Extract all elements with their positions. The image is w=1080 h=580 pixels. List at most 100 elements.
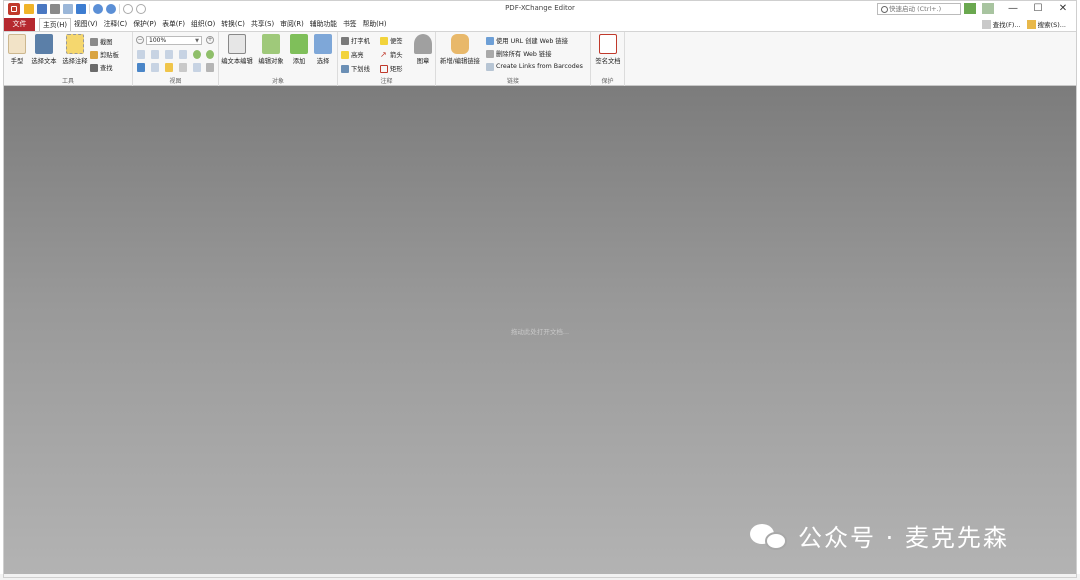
tab-organize[interactable]: 组织(O): [188, 18, 218, 31]
maximize-button[interactable]: ☐: [1025, 0, 1051, 18]
hand-icon: [8, 34, 26, 54]
barcode-links-button[interactable]: Create Links from Barcodes: [486, 61, 583, 72]
clipboard-button[interactable]: 剪贴板: [90, 49, 119, 60]
tab-comment[interactable]: 注释(C): [101, 18, 131, 31]
ribbon-group-view: − 100% ▼ + 视图: [133, 32, 219, 86]
typewriter-icon: [341, 36, 349, 45]
tab-review[interactable]: 审阅(R): [277, 18, 307, 31]
edit-objects-icon: [262, 34, 280, 54]
snapshot-label: 截图: [100, 39, 113, 46]
sticky-note-label: 便签: [390, 38, 403, 45]
group-label-tools: 工具: [61, 78, 74, 85]
title-bar: PDF-XChange Editor — ☐ ✕: [4, 0, 1076, 18]
tab-share[interactable]: 共享(S): [248, 18, 277, 31]
tab-accessibility[interactable]: 辅助功能: [307, 18, 340, 31]
zoom-out-icon[interactable]: −: [136, 36, 144, 44]
rectangle-button[interactable]: 矩形: [380, 63, 403, 74]
barcode-links-label: Create Links from Barcodes: [496, 63, 583, 70]
bookmark-icon[interactable]: [137, 63, 145, 72]
find-tool-button[interactable]: 查找: [90, 62, 113, 73]
add-edit-link-button[interactable]: 新增/编辑链接: [438, 34, 482, 65]
sticky-note-icon: [380, 36, 388, 45]
layout-icon[interactable]: [982, 3, 994, 14]
close-button[interactable]: ✕: [1050, 0, 1076, 18]
rotate-left-icon[interactable]: [193, 50, 201, 59]
text-cursor-icon: [35, 34, 53, 54]
delete-link-icon: [486, 49, 494, 58]
select-text-label: 选择文本: [31, 58, 57, 65]
layers-icon[interactable]: [193, 63, 201, 72]
zoom-value: 100%: [149, 37, 167, 44]
delete-web-links-label: 删除所有 Web 链接: [496, 51, 552, 58]
sign-document-label: 签名文档: [595, 58, 621, 65]
stamp-button[interactable]: 图章: [414, 34, 432, 65]
ribbon: 手型 选择文本 选择注释 截图 剪贴板 查找 工具 − 100% ▼ + 视图 …: [4, 31, 1076, 86]
search-button[interactable]: 搜索(S)...: [1026, 19, 1066, 29]
ribbon-group-annotations: 打字机 高亮 下划线 便签 ↗ 箭头 矩形 图章 注释: [338, 32, 436, 86]
find-button[interactable]: 查找(F)...: [981, 19, 1021, 29]
select-annotation-label: 选择注释: [62, 58, 88, 65]
select-annotation-button[interactable]: 选择注释: [61, 34, 89, 65]
underline-label: 下划线: [351, 66, 370, 73]
quick-launch-search[interactable]: [877, 3, 961, 15]
ui-options-icon[interactable]: [964, 3, 976, 14]
document-workspace[interactable]: 拖动此处打开文档...: [4, 86, 1076, 574]
tab-bookmarks[interactable]: 书签: [340, 18, 360, 31]
tab-protect[interactable]: 保护(P): [130, 18, 159, 31]
chevron-down-icon: ▼: [195, 38, 199, 44]
fit-width-icon[interactable]: [165, 50, 173, 59]
ribbon-group-tools: 手型 选择文本 选择注释 截图 剪贴板 查找 工具: [4, 32, 133, 86]
underline-button[interactable]: 下划线: [341, 63, 370, 74]
add-object-icon: [290, 34, 308, 54]
ribbon-group-links: 新增/编辑链接 使用 URL 创建 Web 链接 删除所有 Web 链接 Cre…: [436, 32, 591, 86]
minimize-button[interactable]: —: [1000, 0, 1026, 18]
taskbar-strip: [0, 574, 1080, 580]
delete-web-links-button[interactable]: 删除所有 Web 链接: [486, 48, 552, 59]
create-web-links-button[interactable]: 使用 URL 创建 Web 链接: [486, 35, 568, 46]
group-label-objects: 对象: [271, 78, 284, 85]
search-icon: [881, 6, 888, 13]
select-object-icon: [314, 34, 332, 54]
rotate-right-icon[interactable]: [206, 50, 214, 59]
find-tool-label: 查找: [100, 65, 113, 72]
underline-icon: [341, 64, 349, 73]
select-object-button[interactable]: 选择: [313, 34, 333, 65]
menu-right-tools: 查找(F)... 搜索(S)...: [981, 19, 1066, 29]
actual-size-icon[interactable]: [137, 50, 145, 59]
fit-visible-icon[interactable]: [179, 50, 187, 59]
add-object-button[interactable]: 添加: [289, 34, 309, 65]
camera-icon: [90, 37, 98, 46]
hand-tool-button[interactable]: 手型: [7, 34, 27, 65]
chain-link-icon: [451, 34, 469, 54]
file-tab[interactable]: 文件: [4, 18, 35, 31]
tab-help[interactable]: 帮助(H): [360, 18, 390, 31]
snapshot-button[interactable]: 截图: [90, 36, 113, 47]
group-label-links: 链接: [506, 78, 519, 85]
edit-objects-button[interactable]: 编辑对象: [257, 34, 285, 65]
zoom-select[interactable]: 100% ▼: [146, 36, 202, 45]
sticky-note-button[interactable]: 便签: [380, 35, 403, 46]
tab-convert[interactable]: 转换(C): [218, 18, 248, 31]
ribbon-group-objects: 编文本编辑 编辑对象 添加 选择 对象: [219, 32, 338, 86]
binoculars-icon: [90, 63, 98, 72]
tab-form[interactable]: 表单(F): [159, 18, 188, 31]
highlight-button[interactable]: 高亮: [341, 49, 364, 60]
tab-home[interactable]: 主页(H): [39, 18, 72, 31]
typewriter-button[interactable]: 打字机: [341, 35, 370, 46]
page-thumbnails-icon[interactable]: [151, 63, 159, 72]
comments-panel-icon[interactable]: [165, 63, 173, 72]
add-edit-link-label: 新增/编辑链接: [440, 58, 480, 65]
group-label-protect: 保护: [601, 78, 614, 85]
select-text-button[interactable]: 选择文本: [30, 34, 58, 65]
edit-text-button[interactable]: 编文本编辑: [221, 34, 253, 65]
zoom-in-icon[interactable]: +: [206, 36, 214, 44]
properties-icon[interactable]: [206, 63, 214, 72]
fit-page-icon[interactable]: [151, 50, 159, 59]
arrow-button[interactable]: ↗ 箭头: [380, 49, 403, 60]
sign-document-button[interactable]: 签名文档: [593, 34, 623, 65]
quick-launch-input[interactable]: [889, 4, 959, 14]
signature-icon: [599, 34, 617, 54]
attachments-icon[interactable]: [179, 63, 187, 72]
tab-view[interactable]: 视图(V): [71, 18, 101, 31]
select-object-label: 选择: [316, 58, 330, 65]
